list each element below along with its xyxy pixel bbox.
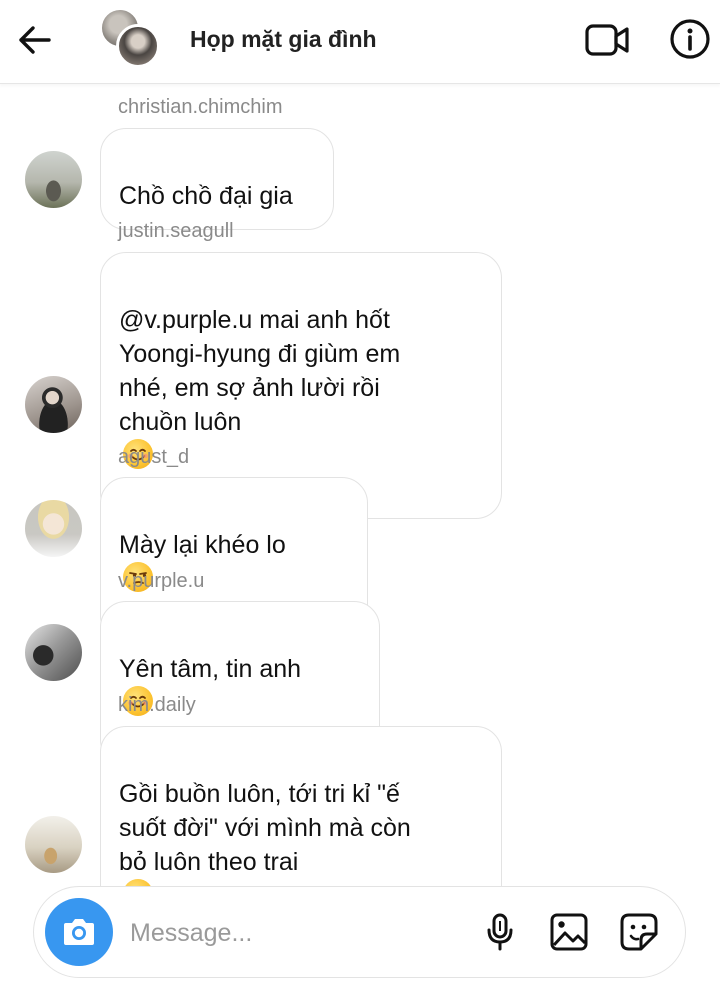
message-text: Mày lại khéo lo — [119, 531, 286, 559]
message-text: Chồ chồ đại gia — [119, 182, 293, 210]
image-icon — [550, 913, 588, 951]
message-text: Yên tâm, tin anh — [119, 655, 302, 683]
camera-button[interactable] — [45, 898, 113, 966]
avatar[interactable] — [25, 624, 82, 681]
chat-header: Họp mặt gia đình — [0, 0, 720, 84]
video-call-button[interactable] — [583, 18, 631, 62]
video-camera-icon — [585, 24, 629, 56]
sticker-icon — [620, 913, 658, 951]
avatar[interactable] — [25, 816, 82, 873]
group-avatar-front — [116, 24, 160, 68]
arrow-left-icon — [19, 26, 51, 54]
microphone-icon — [487, 913, 513, 951]
message-composer — [33, 886, 686, 978]
gallery-button[interactable] — [546, 909, 592, 955]
avatar[interactable] — [25, 151, 82, 208]
group-avatar[interactable] — [100, 8, 162, 70]
sender-name[interactable]: christian.chimchim — [118, 96, 282, 119]
message-bubble[interactable]: Chồ chồ đại gia — [100, 128, 334, 230]
info-icon — [670, 19, 710, 59]
voice-message-button[interactable] — [477, 909, 523, 955]
sender-name[interactable]: agust_d — [118, 446, 189, 469]
info-button[interactable] — [666, 16, 714, 62]
back-button[interactable] — [12, 18, 56, 62]
sticker-button[interactable] — [616, 909, 662, 955]
message-text: @v.purple.u mai anh hốt Yoongi-hyung đi … — [119, 306, 401, 436]
chat-title[interactable]: Họp mặt gia đình — [190, 26, 377, 53]
camera-icon — [64, 919, 94, 945]
message-input[interactable] — [130, 913, 460, 953]
sender-name[interactable]: kim.daily — [118, 694, 196, 717]
avatar[interactable] — [25, 376, 82, 433]
avatar[interactable] — [25, 500, 82, 557]
sender-name[interactable]: v.purple.u — [118, 570, 204, 593]
message-text: Gồi buồn luôn, tới tri kỉ "ế suốt đời" v… — [119, 780, 411, 876]
sender-name[interactable]: justin.seagull — [118, 220, 234, 243]
